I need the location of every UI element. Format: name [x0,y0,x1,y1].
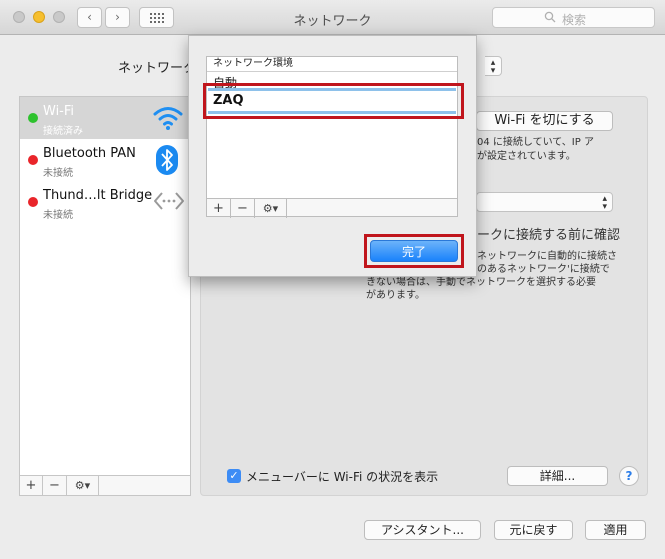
service-list-toolbar: + − ⚙▾ [19,475,191,496]
assistant-button[interactable]: アシスタント... [364,520,481,540]
highlight-box-done [364,234,464,268]
service-status: 接続済み [43,126,83,137]
status-dot [28,113,38,123]
service-status: 未接続 [43,210,73,221]
service-name: Bluetooth PAN [43,146,136,161]
show-wifi-status-label: メニューバーに Wi-Fi の状況を表示 [246,470,439,484]
remove-location-button[interactable]: − [231,199,255,218]
help-button[interactable]: ? [619,466,639,486]
service-list: Wi-Fi 接続済み Bluetooth PAN 未接続 Thund…lt Br… [19,96,191,496]
ask-to-join-desc3: きない場合は、手動でネットワークを選択する必要 [366,277,596,288]
location-popup-button[interactable]: ▴ ▾ [485,56,502,76]
service-item-wifi[interactable]: Wi-Fi 接続済み [20,97,190,139]
apply-button[interactable]: 適用 [585,520,646,540]
remove-service-button[interactable]: − [43,476,67,495]
turn-wifi-off-button[interactable]: Wi-Fi を切にする [476,111,613,131]
revert-button[interactable]: 元に戻す [494,520,573,540]
locations-list: ネットワーク環境 自動 ZAQ [206,56,458,217]
service-name: Thund…lt Bridge [43,188,153,203]
highlight-box-location [203,83,464,119]
ask-to-join-desc1: ネットワークに自動的に接続さ [477,251,617,262]
thunderbolt-bridge-icon [154,192,184,210]
add-location-button[interactable]: + [207,199,231,218]
status-text-line1: 04 に接続していて、IP ア [477,137,594,148]
status-dot [28,155,38,165]
locations-toolbar: + − ⚙▾ [206,198,458,218]
network-name-popup[interactable]: ▴ ▾ [476,192,613,212]
add-service-button[interactable]: + [20,476,43,495]
wifi-icon [153,107,183,130]
title-bar: ‹ › ネットワーク 検索 [0,0,665,35]
status-dot [28,197,38,207]
search-icon [544,11,556,23]
service-item-thunderbolt-bridge[interactable]: Thund…lt Bridge 未接続 [20,181,190,223]
service-status: 未接続 [43,168,73,179]
advanced-button[interactable]: 詳細... [507,466,608,486]
ask-to-join-desc2: のあるネットワーク'に接続で [477,264,610,275]
show-wifi-status-checkbox[interactable]: ✓ [227,469,241,483]
service-name: Wi-Fi [43,104,75,119]
locations-list-header: ネットワーク環境 [207,57,457,72]
ask-to-join-label: ークに接続する前に確認 [477,228,621,243]
status-text-line2: が設定されています。 [477,151,576,162]
location-label: ネットワーク [118,61,197,76]
bluetooth-icon [156,145,178,175]
location-action-menu[interactable]: ⚙▾ [255,199,287,218]
search-field[interactable]: 検索 [492,7,655,28]
service-action-menu[interactable]: ⚙▾ [67,476,99,495]
service-item-bluetooth-pan[interactable]: Bluetooth PAN 未接続 [20,139,190,181]
search-placeholder: 検索 [562,13,587,27]
ask-to-join-desc4: があります。 [366,290,425,301]
